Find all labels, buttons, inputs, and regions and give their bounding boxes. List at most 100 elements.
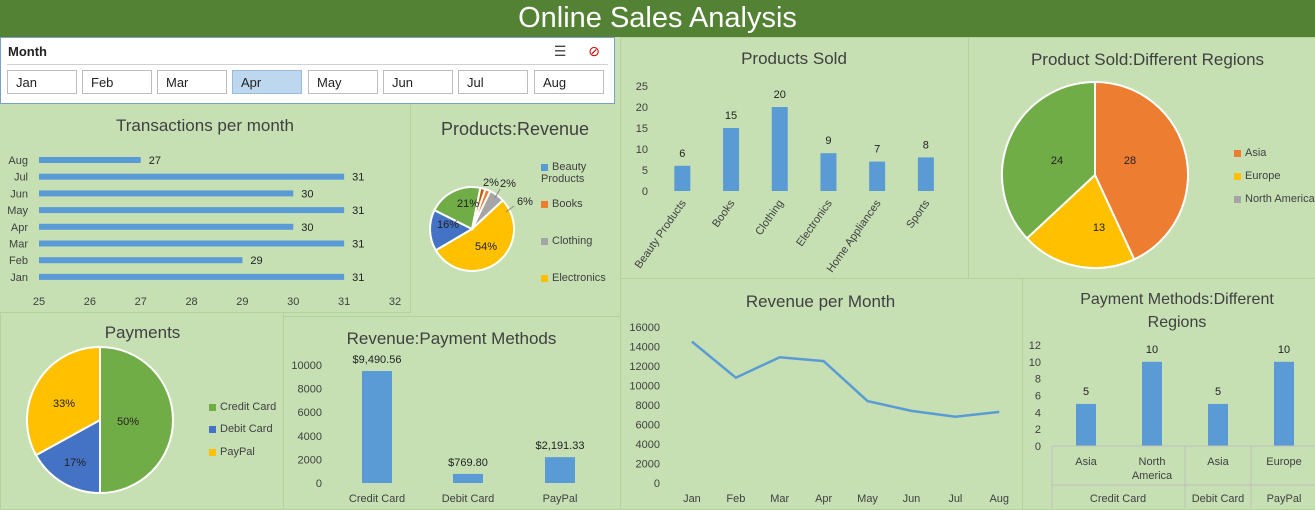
products-sold-x-tick: Home Appliances	[825, 197, 884, 274]
payment-regions-data-label: 10	[1278, 344, 1290, 356]
products-sold-bar	[918, 157, 934, 191]
products-revenue-legend-item: Beauty Products	[541, 161, 611, 185]
products-revenue-data-label: 16%	[437, 219, 459, 231]
products-sold-bar	[674, 166, 690, 191]
revenue-payment-x-tick: PayPal	[543, 493, 578, 505]
revenue-payment-bar	[545, 457, 575, 483]
revenue-month-x-tick: Jun	[903, 493, 921, 505]
payment-regions-y-tick: 6	[1035, 391, 1041, 403]
payments-legend-item: Credit Card	[209, 401, 276, 413]
products-sold-data-label: 7	[874, 144, 880, 156]
payment-regions-data-label: 5	[1083, 386, 1089, 398]
revenue-month-y-tick: 2000	[636, 459, 660, 471]
transactions-tick-label: May	[7, 205, 28, 217]
products-sold-data-label: 15	[725, 110, 737, 122]
payment-regions-group-label: PayPal	[1267, 493, 1302, 505]
payments-data-label: 33%	[53, 398, 75, 410]
revenue-payment-y-tick: 8000	[298, 384, 322, 396]
revenue-month-y-tick: 12000	[629, 361, 660, 373]
payments-legend-item: PayPal	[209, 446, 255, 458]
revenue-month-y-tick: 16000	[629, 322, 660, 334]
products-sold-data-label: 8	[923, 139, 929, 151]
products-sold-x-tick: Clothing	[753, 198, 786, 238]
regions-legend-item: Europe	[1234, 170, 1280, 182]
transactions-x-tick: 27	[135, 296, 147, 308]
revenue-payment-y-tick: 0	[316, 478, 322, 490]
products-revenue-legend-item: Books	[541, 198, 611, 210]
products-sold-bar	[723, 128, 739, 191]
revenue-month-x-tick: Jul	[948, 493, 962, 505]
payments-legend-item: Debit Card	[209, 423, 273, 435]
regions-data-label: 28	[1124, 155, 1136, 167]
regions-data-label: 24	[1051, 155, 1063, 167]
payment-regions-data-label: 5	[1215, 386, 1221, 398]
products-sold-bar	[772, 107, 788, 191]
transactions-x-tick: 28	[185, 296, 197, 308]
transactions-bar	[39, 174, 344, 180]
transactions-bar	[39, 257, 242, 263]
payment-regions-x-tick: Europe	[1266, 456, 1301, 468]
payment-regions-x-tick: North	[1139, 456, 1166, 468]
payment-regions-y-tick: 12	[1029, 340, 1041, 352]
products-sold-y-tick: 15	[636, 123, 648, 135]
revenue-month-x-tick: Aug	[989, 493, 1009, 505]
revenue-month-y-tick: 4000	[636, 439, 660, 451]
products-sold-x-tick: Sports	[904, 197, 932, 230]
products-revenue-data-label: 6%	[517, 196, 533, 208]
transactions-data-label: 30	[301, 188, 313, 200]
transactions-bar	[39, 207, 344, 213]
revenue-month-x-tick: Apr	[815, 493, 832, 505]
transactions-bar	[39, 241, 344, 247]
transactions-data-label: 27	[149, 155, 161, 167]
products-revenue-legend-item: Electronics	[541, 272, 611, 284]
payments-data-label: 17%	[64, 457, 86, 469]
revenue-month-line	[692, 342, 999, 417]
revenue-month-x-tick: Mar	[770, 493, 789, 505]
transactions-tick-label: Aug	[8, 155, 28, 167]
transactions-x-tick: 26	[84, 296, 96, 308]
payment-regions-data-label: 10	[1146, 344, 1158, 356]
payment-regions-bar	[1076, 404, 1096, 446]
revenue-month-x-tick: Jan	[683, 493, 701, 505]
transactions-bar	[39, 274, 344, 280]
products-sold-x-tick: Electronics	[794, 197, 835, 248]
transactions-data-label: 31	[352, 205, 364, 217]
revenue-payment-y-tick: 2000	[298, 454, 322, 466]
products-sold-data-label: 9	[825, 135, 831, 147]
revenue-month-y-tick: 0	[654, 478, 660, 490]
products-sold-data-label: 6	[679, 148, 685, 160]
products-revenue-data-label: 54%	[475, 241, 497, 253]
revenue-payment-data-label: $2,191.33	[536, 440, 585, 452]
products-revenue-data-label: 2%	[500, 178, 516, 190]
transactions-data-label: 31	[352, 239, 364, 251]
transactions-tick-label: Jul	[14, 172, 28, 184]
payment-regions-bar	[1208, 404, 1228, 446]
revenue-month-y-tick: 6000	[636, 420, 660, 432]
products-sold-x-tick: Books	[710, 197, 738, 229]
transactions-tick-label: Feb	[9, 255, 28, 267]
revenue-payment-y-tick: 6000	[298, 407, 322, 419]
products-sold-y-tick: 20	[636, 102, 648, 114]
revenue-month-x-tick: May	[857, 493, 878, 505]
products-sold-y-tick: 5	[642, 165, 648, 177]
revenue-month-y-tick: 8000	[636, 400, 660, 412]
revenue-month-y-tick: 10000	[629, 381, 660, 393]
payment-regions-y-tick: 2	[1035, 424, 1041, 436]
revenue-payment-y-tick: 4000	[298, 431, 322, 443]
payment-regions-x-tick: Asia	[1075, 456, 1097, 468]
transactions-tick-label: Jan	[10, 272, 28, 284]
payment-regions-x-tick: America	[1132, 470, 1173, 482]
transactions-bar	[39, 157, 141, 163]
payment-regions-x-tick: Asia	[1207, 456, 1229, 468]
payment-regions-y-tick: 4	[1035, 407, 1041, 419]
dashboard-charts: Jan31Feb29Mar31Apr30May31Jun30Jul31Aug27…	[0, 0, 1315, 508]
transactions-data-label: 31	[352, 272, 364, 284]
revenue-payment-data-label: $769.80	[448, 457, 488, 469]
transactions-tick-label: Apr	[11, 222, 28, 234]
transactions-tick-label: Jun	[10, 188, 28, 200]
transactions-x-tick: 25	[33, 296, 45, 308]
products-sold-data-label: 20	[774, 89, 786, 101]
payment-regions-y-tick: 0	[1035, 441, 1041, 453]
payment-regions-bar	[1274, 362, 1294, 446]
revenue-month-y-tick: 14000	[629, 342, 660, 354]
